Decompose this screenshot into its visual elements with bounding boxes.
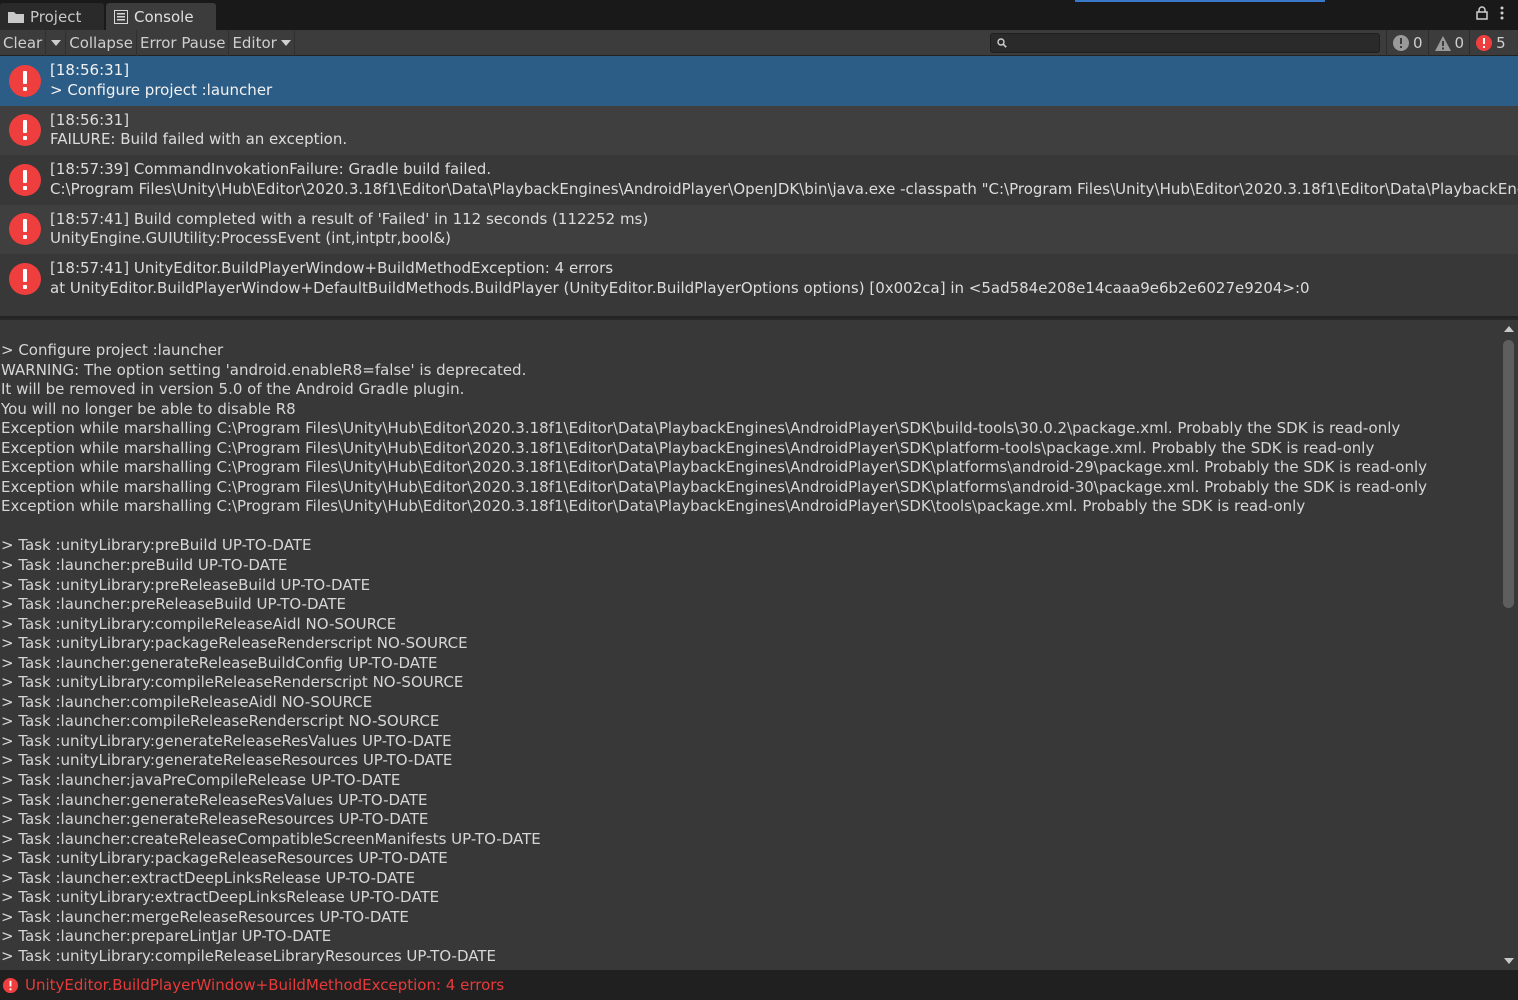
status-bar[interactable]: UnityEditor.BuildPlayerWindow+BuildMetho… xyxy=(0,970,1518,1000)
tab-controls xyxy=(1476,6,1504,20)
log-counters: 0 0 5 xyxy=(1386,30,1511,56)
detail-line: > Task :launcher:mergeReleaseResources U… xyxy=(1,907,409,926)
status-message: UnityEditor.BuildPlayerWindow+BuildMetho… xyxy=(25,976,505,994)
tab-bar: Project Console xyxy=(0,0,1518,30)
detail-line: > Task :launcher:generateReleaseBuildCon… xyxy=(1,653,438,672)
log-entry-line2: at UnityEditor.BuildPlayerWindow+Default… xyxy=(50,278,1310,297)
detail-line: > Task :launcher:javaPreCompileRelease U… xyxy=(1,771,401,790)
collapse-button-label: Collapse xyxy=(69,33,133,52)
console-toolbar: Clear Collapse Error Pause Editor 0 0 5 xyxy=(0,29,1518,56)
detail-line xyxy=(0,517,1500,537)
log-entry[interactable]: [18:57:39] CommandInvokationFailure: Gra… xyxy=(0,155,1518,205)
warning-count: 0 xyxy=(1454,34,1465,52)
detail-line: > Task :launcher:preBuild UP-TO-DATE xyxy=(1,556,288,575)
detail-line: > Task :launcher:preReleaseBuild UP-TO-D… xyxy=(1,595,347,614)
detail-line: > Task :unityLibrary:extractDeepLinksRel… xyxy=(1,888,440,907)
log-entry-line2: UnityEngine.GUIUtility:ProcessEvent (int… xyxy=(50,229,452,248)
detail-scrollbar[interactable] xyxy=(1500,320,1518,970)
clear-options-dropdown[interactable] xyxy=(46,29,67,56)
log-entry[interactable]: [18:56:31] FAILURE: Build failed with an … xyxy=(0,105,1518,155)
detail-line: > Task :unityLibrary:packageReleaseRende… xyxy=(1,634,468,653)
log-entry-list[interactable]: [18:56:31] > Configure project :launcher … xyxy=(0,56,1518,318)
error-icon xyxy=(9,213,41,246)
detail-line: You will no longer be able to disable R8 xyxy=(1,399,296,418)
detail-line: > Task :launcher:extractDeepLinksRelease… xyxy=(1,868,416,887)
detail-line: > Task :unityLibrary:compileReleaseLibra… xyxy=(1,946,496,965)
detail-line: Exception while marshalling C:\Program F… xyxy=(1,497,1306,516)
chevron-down-icon xyxy=(50,39,61,46)
detail-line: It will be removed in version 5.0 of the… xyxy=(1,380,465,399)
log-entry[interactable]: [18:57:41] Build completed with a result… xyxy=(0,204,1518,254)
detail-line: > Task :unityLibrary:generateReleaseReso… xyxy=(1,751,453,770)
error-pause-button-label: Error Pause xyxy=(139,33,226,52)
log-entry-line1: [18:57:39] CommandInvokationFailure: Gra… xyxy=(50,160,492,179)
log-entry-line1: [18:57:41] Build completed with a result… xyxy=(50,209,649,228)
tab-project[interactable]: Project xyxy=(0,3,104,30)
detail-line: > Task :launcher:createReleaseCompatible… xyxy=(1,829,541,848)
scroll-up-arrow-icon[interactable] xyxy=(1504,326,1514,332)
log-entry[interactable]: [18:57:41] UnityEditor.BuildPlayerWindow… xyxy=(0,254,1518,304)
scrollbar-thumb[interactable] xyxy=(1503,340,1514,608)
tab-project-label: Project xyxy=(30,7,82,26)
error-icon xyxy=(1476,35,1493,51)
detail-line: Exception while marshalling C:\Program F… xyxy=(1,438,1375,457)
log-entry-line2: > Configure project :launcher xyxy=(50,80,273,99)
error-icon xyxy=(9,64,41,97)
folder-icon xyxy=(8,12,24,23)
detail-line: > Task :launcher:compileReleaseRenderscr… xyxy=(1,712,440,731)
detail-line: > Task :unityLibrary:compileReleaseAidl … xyxy=(1,614,397,633)
detail-line: > Task :unityLibrary:packageReleaseResou… xyxy=(1,849,448,868)
clear-button-label: Clear xyxy=(3,33,43,52)
error-count-toggle[interactable]: 5 xyxy=(1469,30,1511,56)
log-entry-line1: [18:57:41] UnityEditor.BuildPlayerWindow… xyxy=(50,259,614,278)
lock-icon[interactable] xyxy=(1476,6,1488,20)
info-icon xyxy=(1393,35,1409,51)
error-pause-button[interactable]: Error Pause xyxy=(137,29,230,56)
error-count: 5 xyxy=(1496,34,1506,52)
tab-console[interactable]: Console xyxy=(106,3,216,30)
editor-dropdown-label: Editor xyxy=(232,33,277,52)
detail-line: > Task :launcher:generateReleaseResource… xyxy=(1,810,429,829)
log-entry-line1: [18:56:31] xyxy=(50,110,130,129)
detail-line: Exception while marshalling C:\Program F… xyxy=(1,458,1428,477)
more-options-icon[interactable] xyxy=(1500,6,1504,20)
detail-line: > Task :unityLibrary:preReleaseBuild UP-… xyxy=(1,575,371,594)
detail-line: Exception while marshalling C:\Program F… xyxy=(1,419,1401,438)
detail-line: > Task :unityLibrary:compileReleaseRende… xyxy=(1,673,464,692)
log-entry-line2: FAILURE: Build failed with an exception. xyxy=(50,130,348,149)
search-input[interactable] xyxy=(1013,35,1373,51)
scroll-down-arrow-icon[interactable] xyxy=(1504,958,1514,964)
log-detail-pane[interactable]: > Configure project :launcher WARNING: T… xyxy=(0,320,1500,970)
log-entry-line1: [18:56:31] xyxy=(50,61,130,80)
window-accent-line xyxy=(1075,0,1325,2)
warning-icon xyxy=(1434,35,1451,51)
chevron-down-icon xyxy=(280,39,291,46)
detail-line: > Task :launcher:prepareLintJar UP-TO-DA… xyxy=(1,927,332,946)
error-icon xyxy=(9,262,41,295)
detail-line: > Task :launcher:generateReleaseResValue… xyxy=(1,790,428,809)
log-entry-line2: C:\Program Files\Unity\Hub\Editor\2020.3… xyxy=(50,179,1518,198)
search-icon xyxy=(997,38,1007,48)
detail-line: > Task :launcher:compileReleaseAidl NO-S… xyxy=(1,692,373,711)
search-field[interactable] xyxy=(990,33,1380,53)
console-icon xyxy=(114,9,128,24)
error-icon xyxy=(9,163,41,196)
tab-console-label: Console xyxy=(134,7,194,26)
editor-dropdown[interactable]: Editor xyxy=(229,29,295,56)
detail-line: > Task :unityLibrary:generateReleaseResV… xyxy=(1,731,452,750)
detail-line: Exception while marshalling C:\Program F… xyxy=(1,477,1428,496)
log-entry[interactable]: [18:56:31] > Configure project :launcher xyxy=(0,56,1518,106)
clear-button[interactable]: Clear xyxy=(0,29,47,56)
warning-count-toggle[interactable]: 0 xyxy=(1427,30,1470,56)
info-count: 0 xyxy=(1413,34,1423,52)
error-icon xyxy=(9,114,41,147)
collapse-button[interactable]: Collapse xyxy=(66,29,137,56)
detail-line: > Configure project :launcher xyxy=(1,341,224,359)
detail-line: WARNING: The option setting 'android.ena… xyxy=(1,360,527,379)
detail-line: > Task :unityLibrary:preBuild UP-TO-DATE xyxy=(1,536,312,555)
error-icon xyxy=(2,977,19,993)
info-count-toggle[interactable]: 0 xyxy=(1386,30,1428,56)
